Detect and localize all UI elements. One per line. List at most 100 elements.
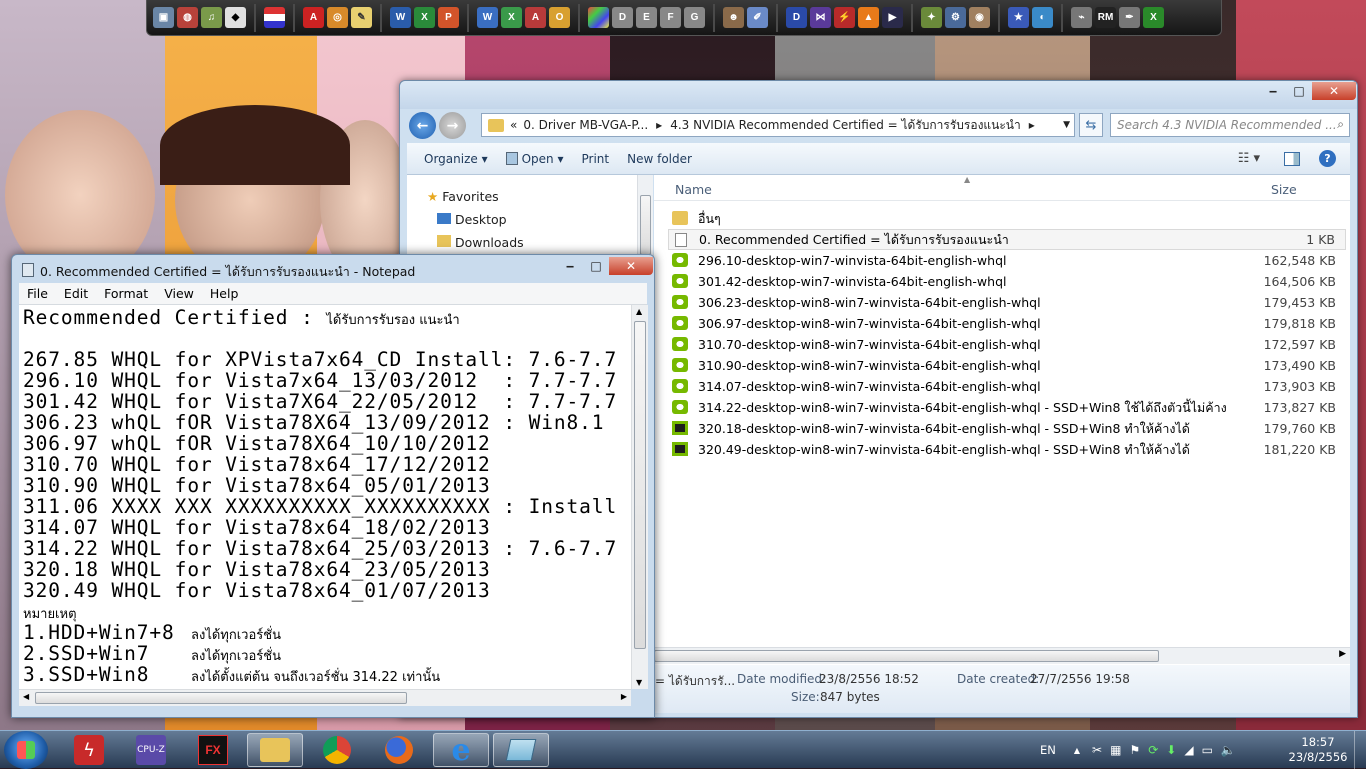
file-row[interactable]: 314.22-desktop-win8-win7-winvista-64bit-… [668,397,1346,418]
show-desktop-button[interactable] [1354,731,1366,769]
notepad-maximize-button[interactable]: □ [583,257,609,275]
open-button[interactable]: Open ▾ [497,151,573,166]
notepad-hscrollbar[interactable]: ◀ ▶ [19,689,631,706]
breadcrumb-overflow[interactable]: « [510,118,517,132]
network-icon[interactable]: ◍ [177,7,198,28]
notepad-icon[interactable] [493,733,549,767]
breadcrumb-current[interactable]: 4.3 NVIDIA Recommended Certified = ได้รั… [670,116,1021,135]
desktop-item[interactable]: Desktop [437,212,507,227]
new-folder-button[interactable]: New folder [618,152,701,166]
file-row[interactable]: 0. Recommended Certified = ได้รับการรับร… [668,229,1346,250]
menu-edit[interactable]: Edit [56,286,96,301]
forward-button[interactable]: → [439,112,466,139]
pen-icon[interactable]: ✒ [1119,7,1140,28]
scroll-up-icon[interactable]: ▲ [636,307,642,316]
update-tray-icon[interactable]: ⟳ [1148,743,1158,757]
breadcrumb-separator-icon[interactable]: ▸ [1029,118,1035,132]
notes-icon[interactable]: ✎ [351,7,372,28]
camera-icon[interactable]: ◎ [327,7,348,28]
favorites-item[interactable]: ★ Favorites [427,189,499,204]
disc-icon[interactable]: ◉ [969,7,990,28]
downloads-item[interactable]: Downloads [437,235,524,250]
x-icon[interactable]: X [1143,7,1164,28]
file-row[interactable]: 301.42-desktop-win7-winvista-64bit-engli… [668,271,1346,292]
media-icon[interactable]: ♫ [201,7,222,28]
flash-app-icon[interactable]: ϟ [61,733,117,767]
clock[interactable]: 18:57 23/8/2556 [1288,735,1348,765]
drive-e-icon[interactable]: E [636,7,657,28]
chrome-icon[interactable] [309,733,365,767]
file-list-hscrollbar[interactable]: ▶ [654,647,1350,664]
help-icon[interactable]: ? [1319,150,1336,167]
menu-file[interactable]: File [19,286,56,301]
outlook-icon[interactable]: O [549,7,570,28]
network-tray-icon[interactable]: ▦ [1110,743,1121,757]
amd-fx-icon[interactable]: FX [185,733,241,767]
flag-tray-icon[interactable]: ⚑ [1129,743,1140,757]
computer-icon[interactable]: ▣ [153,7,174,28]
nav-scroll-thumb[interactable] [640,195,651,255]
usb-icon[interactable]: ⌁ [1071,7,1092,28]
address-bar[interactable]: « 0. Driver MB-VGA-P... ▸ 4.3 NVIDIA Rec… [481,113,1075,137]
size-column-header[interactable]: Size [1271,182,1297,197]
file-row[interactable]: 320.18-desktop-win8-win7-winvista-64bit-… [668,418,1346,439]
file-row[interactable]: 306.23-desktop-win8-win7-winvista-64bit-… [668,292,1346,313]
language-indicator[interactable]: EN [1040,743,1056,757]
download-tray-icon[interactable]: ⬇ [1166,743,1176,757]
tools-tray-icon[interactable]: ✂ [1092,743,1102,757]
scroll-right-icon[interactable]: ▶ [621,692,627,701]
print-button[interactable]: Print [573,152,619,166]
menu-format[interactable]: Format [96,286,156,301]
notepad-vscrollbar[interactable]: ▲ ▼ [631,305,648,689]
address-dropdown-icon[interactable]: ▼ [1063,120,1070,130]
close-button[interactable]: ✕ [1312,82,1356,100]
search-input[interactable]: Search 4.3 NVIDIA Recommended ... ⌕ [1110,113,1350,137]
name-column-header[interactable]: Name [675,182,712,197]
file-row[interactable]: 296.10-desktop-win7-winvista-64bit-engli… [668,250,1346,271]
file-row[interactable]: 310.90-desktop-win8-win7-winvista-64bit-… [668,355,1346,376]
settings-icon[interactable]: ◐ [1032,7,1053,28]
ie-icon[interactable]: e [433,733,489,768]
explorer-titlebar[interactable]: ‒ □ ✕ [400,81,1357,109]
signal-tray-icon[interactable]: ◢ [1184,743,1193,757]
scroll-left-icon[interactable]: ◀ [23,692,29,701]
control-icon[interactable]: ⚙ [945,7,966,28]
refresh-button[interactable]: ⇆ [1079,113,1103,137]
organize-button[interactable]: Organize ▾ [415,152,497,166]
word-icon[interactable]: W [390,7,411,28]
daemon-icon[interactable]: D [786,7,807,28]
excel2-icon[interactable]: X [501,7,522,28]
vs-icon[interactable]: ⋈ [810,7,831,28]
folder-row[interactable]: อื่นๆ [668,208,1346,229]
rm-icon[interactable]: RM [1095,7,1116,28]
menu-view[interactable]: View [156,286,202,301]
minimize-button[interactable]: ‒ [1260,82,1286,100]
notepad-hscroll-thumb[interactable] [35,692,407,704]
file-row[interactable]: 320.49-desktop-win8-win7-winvista-64bit-… [668,439,1346,460]
preview-pane-icon[interactable] [1284,151,1300,166]
vlc-icon[interactable]: ▲ [858,7,879,28]
search-icon[interactable]: ⌕ [1337,117,1344,132]
flash-icon[interactable]: ⚡ [834,7,855,28]
tools-icon[interactable]: ✦ [921,7,942,28]
notepad-vscroll-thumb[interactable] [634,321,646,649]
flag-icon[interactable] [264,7,285,28]
file-explorer-icon[interactable] [247,733,303,767]
maximize-button[interactable]: □ [1286,82,1312,100]
file-row[interactable]: 310.70-desktop-win8-win7-winvista-64bit-… [668,334,1346,355]
media-player-icon[interactable]: ☻ [723,7,744,28]
show-hidden-icons[interactable]: ▲ [1074,746,1080,755]
linux-icon[interactable]: ◆ [225,7,246,28]
breadcrumb-separator-icon[interactable]: ▸ [656,118,662,132]
volume-icon[interactable]: 🔈 [1221,743,1236,757]
file-row[interactable]: 314.07-desktop-win8-win7-winvista-64bit-… [668,376,1346,397]
drive-g-icon[interactable]: G [684,7,705,28]
notepad-title[interactable]: 0. Recommended Certified = ได้รับการรับร… [40,262,415,282]
file-row[interactable]: 306.97-desktop-win8-win7-winvista-64bit-… [668,313,1346,334]
drive-f-icon[interactable]: F [660,7,681,28]
powerpoint-icon[interactable]: P [438,7,459,28]
notepad-text-area[interactable]: Recommended Certified : ได้รับการรับรอง … [19,305,631,689]
pdf-icon[interactable]: A [303,7,324,28]
scroll-right-icon[interactable]: ▶ [1339,649,1346,659]
paint-icon[interactable]: ✐ [747,7,768,28]
